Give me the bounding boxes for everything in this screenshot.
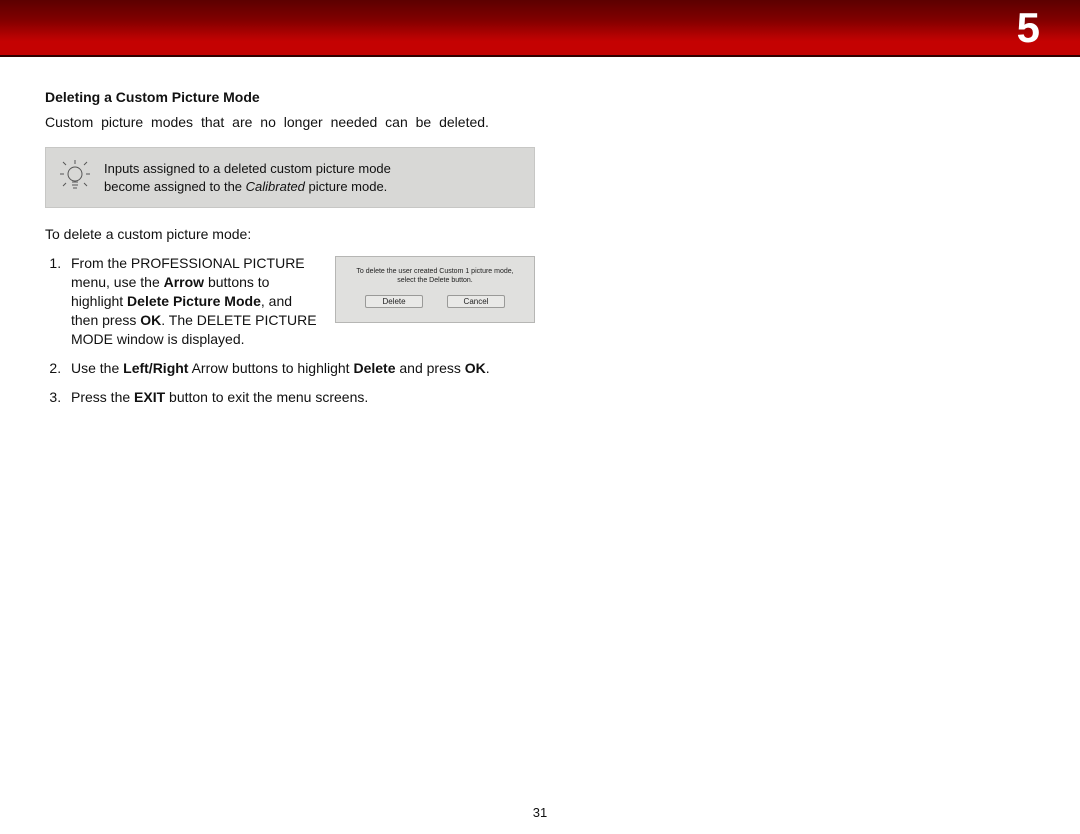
tip-line1: Inputs assigned to a deleted custom pict… xyxy=(104,161,391,176)
step-2: Use the Left/Right Arrow buttons to high… xyxy=(65,359,535,378)
dialog-cancel-button[interactable]: Cancel xyxy=(447,295,505,308)
page-number: 31 xyxy=(0,805,1080,820)
tip-calibrated: Calibrated xyxy=(246,179,305,194)
dialog-delete-button[interactable]: Delete xyxy=(365,295,423,308)
left-column: Deleting a Custom Picture Mode Custom pi… xyxy=(45,89,535,406)
steps-list: From the PROFESSIONAL PICTURE menu, use … xyxy=(45,254,535,406)
tip-line2a: become assigned to the xyxy=(104,179,246,194)
step-1: From the PROFESSIONAL PICTURE menu, use … xyxy=(65,254,535,348)
step-3: Press the EXIT button to exit the menu s… xyxy=(65,388,535,407)
step-1-text: From the PROFESSIONAL PICTURE menu, use … xyxy=(71,254,317,348)
section-heading: Deleting a Custom Picture Mode xyxy=(45,89,535,105)
intro-paragraph: Custom picture modes that are no longer … xyxy=(45,113,535,131)
chapter-number: 5 xyxy=(1017,4,1040,52)
tip-callout: Inputs assigned to a deleted custom pict… xyxy=(45,147,535,208)
header-band: 5 xyxy=(0,0,1080,57)
delete-picture-mode-dialog: To delete the user created Custom 1 pict… xyxy=(335,256,535,323)
tip-text: Inputs assigned to a deleted custom pict… xyxy=(104,160,391,195)
lead-text: To delete a custom picture mode: xyxy=(45,226,535,242)
tip-line2b: picture mode. xyxy=(305,179,387,194)
lightbulb-icon xyxy=(60,158,90,197)
dialog-buttons: Delete Cancel xyxy=(344,295,526,308)
dialog-message: To delete the user created Custom 1 pict… xyxy=(344,267,526,285)
page-content: Deleting a Custom Picture Mode Custom pi… xyxy=(0,57,1080,406)
